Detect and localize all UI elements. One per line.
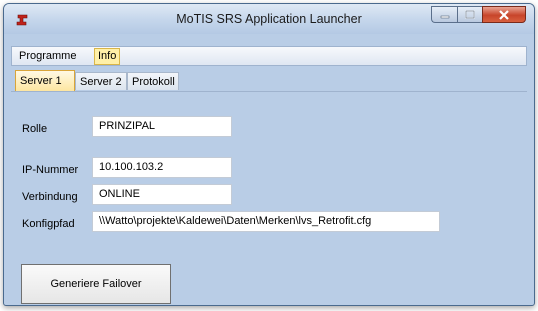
title-bar[interactable]: MoTIS SRS Application Launcher [4,4,534,34]
konfigpfad-field[interactable]: \\Watto\projekte\Kaldewei\Daten\Merken\l… [92,211,440,232]
rolle-field[interactable]: PRINZIPAL [92,116,232,137]
minimize-button[interactable] [431,6,457,23]
tab-server-1[interactable]: Server 1 [15,70,75,91]
tab-server-2[interactable]: Server 2 [75,72,127,90]
verbindung-field[interactable]: ONLINE [92,184,232,205]
menu-bar: Programme Info [11,46,527,66]
verbindung-label: Verbindung [22,191,78,203]
ip-label: IP-Nummer [22,164,79,176]
maximize-icon [465,10,475,19]
maximize-button[interactable] [457,6,482,23]
button-area: Generiere Failover [11,259,527,305]
close-icon [499,9,509,20]
rolle-label: Rolle [22,123,48,135]
ip-field[interactable]: 10.100.103.2 [92,157,232,178]
app-window: MoTIS SRS Application Launcher Programme… [3,3,535,306]
tab-strip: Server 1 Server 2 Protokoll [11,70,527,92]
generiere-failover-button[interactable]: Generiere Failover [21,264,171,304]
server-panel: Rolle PRINZIPAL IP-Nummer 10.100.103.2 V… [11,92,527,258]
close-button[interactable] [482,6,526,23]
menu-info[interactable]: Info [94,48,121,65]
menu-programme[interactable]: Programme [16,49,79,64]
konfigpfad-label: Konfigpfad [22,218,75,230]
tab-protokoll[interactable]: Protokoll [127,72,179,90]
caption-buttons [431,6,526,24]
minimize-icon [440,15,449,18]
